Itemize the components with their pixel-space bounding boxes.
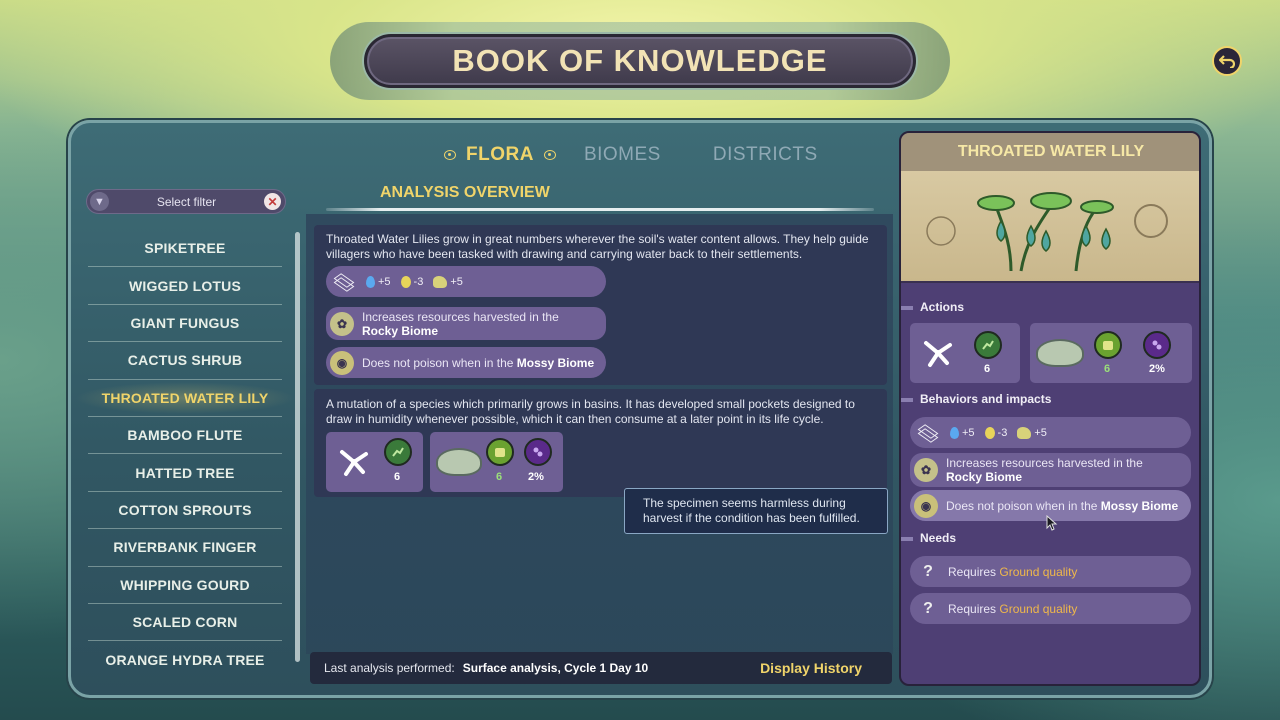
tooltip: The specimen seems harmless during harve… [624,488,888,534]
basket-icon [486,438,514,466]
spores-icon [524,438,552,466]
list-item[interactable]: WHIPPING GOURD [88,567,282,604]
water-drop-icon [950,426,959,439]
water-drop-icon [366,275,375,288]
action-count: 6 [394,471,401,483]
creature-icon [384,438,412,466]
detail-panel: THROATED WATER LILY Actions 6 6 2% Behav… [899,131,1201,686]
banner-plate: BOOK OF KNOWLEDGE [364,34,916,88]
actions-label: Actions [920,300,965,314]
section-marker [901,537,913,541]
seed-icon [984,426,995,439]
description-card: Throated Water Lilies grow in great numb… [314,225,887,385]
list-item-selected[interactable]: THROATED WATER LILY [74,380,296,417]
sprout-icon [433,275,448,288]
title-divider [326,208,874,211]
seed-icon [400,275,411,288]
last-analysis-value: Surface analysis, Cycle 1 Day 10 [462,661,649,675]
list-item[interactable]: BAMBOO FLUTE [88,417,282,455]
action-harvest[interactable]: 6 [910,323,1020,383]
action-count: 6 [496,471,503,483]
stats-pill: +5 -3 +5 [326,266,606,297]
eye-icon [444,150,456,160]
section-marker [901,306,913,310]
poison-icon: ◉ [330,350,354,375]
plant-icon: ✿ [914,458,938,482]
list-item[interactable]: HATTED TREE [88,454,282,492]
analysis-title: ANALYSIS OVERVIEW [380,184,550,201]
action-count: 6 [1104,363,1111,375]
detail-title: THROATED WATER LILY [957,143,1145,160]
title-banner: BOOK OF KNOWLEDGE [330,22,950,100]
creature-icon [974,331,1002,359]
action-gather[interactable]: 6 2% [1030,323,1192,383]
layers-icon [334,276,354,288]
section-marker [901,398,913,402]
need-pill: ? Requires Ground quality [910,593,1191,624]
behaviors-label: Behaviors and impacts [920,392,1052,406]
last-analysis-label: Last analysis performed: [324,661,455,675]
display-history-button[interactable]: Display History [760,660,862,676]
layers-icon [918,427,938,439]
creature-illustration [1036,339,1084,367]
stats-pill: +5 -3 +5 [910,417,1191,448]
tab-districts[interactable]: DISTRICTS [713,144,818,166]
back-button[interactable] [1212,46,1242,76]
harvest-tool-icon [924,341,952,367]
list-item[interactable]: CACTUS SHRUB [88,342,282,380]
plant-list: SPIKETREE WIGGED LOTUS GIANT FUNGUS CACT… [74,230,296,679]
action-percent: 2% [528,471,544,483]
list-item[interactable]: ORANGE HYDRA TREE [88,641,282,678]
clear-filter-icon[interactable]: ✕ [264,193,281,210]
mutation-text: A mutation of a species which primarily … [326,397,855,426]
poison-icon: ◉ [914,493,938,518]
question-icon: ? [923,562,933,580]
behavior-pill: ✿ Increases resources harvested in the R… [326,307,606,340]
tab-flora[interactable]: FLORA [466,144,534,166]
list-item[interactable]: GIANT FUNGUS [88,305,282,343]
description-text: Throated Water Lilies grow in great numb… [326,232,869,261]
water-lily-drawing [926,192,1168,272]
sprout-icon [1017,426,1032,439]
action-percent: 2% [1149,363,1165,375]
return-arrow-icon [1219,55,1235,68]
list-item[interactable]: SPIKETREE [88,230,282,268]
plant-icon: ✿ [330,311,354,336]
page-title: BOOK OF KNOWLEDGE [452,43,828,78]
action-count: 6 [984,363,991,375]
mutation-card: A mutation of a species which primarily … [314,389,887,497]
list-item[interactable]: RIVERBANK FINGER [88,529,282,567]
tab-biomes[interactable]: BIOMES [584,144,661,166]
action-gather[interactable]: 6 2% [430,432,563,492]
chevron-down-icon: ▼ [90,192,109,211]
eye-icon [543,150,556,160]
list-item[interactable]: SCALED CORN [88,604,282,642]
harvest-tool-icon [340,450,368,476]
filter-label: Select filter [156,194,217,209]
behavior-pill: ✿ Increases resources harvested in the R… [910,453,1191,487]
analysis-footer: Last analysis performed: Surface analysi… [310,652,892,684]
basket-icon [1094,331,1122,359]
action-harvest[interactable]: 6 [326,432,423,492]
creature-illustration [436,448,482,476]
mouse-cursor-icon [1046,515,1058,531]
filter-select[interactable]: ▼ Select filter ✕ [86,189,286,214]
list-item[interactable]: WIGGED LOTUS [88,267,282,305]
behavior-pill: ◉ Does not poison when in the Mossy Biom… [326,347,606,378]
spores-icon [1143,331,1171,359]
list-item[interactable]: COTTON SPROUTS [88,492,282,530]
category-tabs: FLORA BIOMES DISTRICTS [444,144,818,166]
plant-illustration [901,171,1199,283]
needs-label: Needs [920,531,957,545]
question-icon: ? [923,599,933,617]
list-scrollbar[interactable] [295,232,300,662]
need-pill: ? Requires Ground quality [910,556,1191,587]
